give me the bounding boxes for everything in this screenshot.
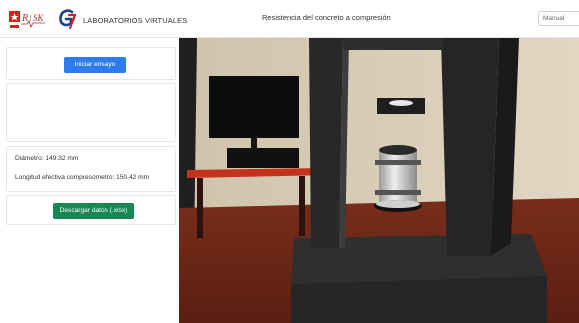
start-test-button[interactable]: Iniciar ensayo [64, 57, 126, 73]
mode-select[interactable]: Manual [538, 11, 579, 26]
page-title: Resistencia del concreto a compresión [262, 13, 391, 22]
desktop-unit [227, 148, 299, 168]
monitor [209, 76, 299, 138]
effective-length-text: Longitud efectiva compresómetro: 150.42 … [15, 174, 150, 181]
3d-viewport[interactable] [179, 38, 579, 323]
bench-leg [299, 176, 305, 236]
machine-base-front [291, 276, 547, 323]
concrete-specimen [379, 150, 417, 204]
left-column [309, 38, 343, 248]
start-card: Iniciar ensayo [6, 47, 176, 80]
diameter-text: Diámetro: 149.32 mm [15, 155, 79, 162]
svg-text:SK: SK [33, 13, 45, 23]
lab-scene [179, 38, 579, 323]
results-panel [6, 83, 176, 142]
platen-light [389, 100, 413, 106]
bench-leg [197, 178, 203, 238]
compressometer-ring [375, 160, 421, 165]
brand-title: LABORATORIOS VIRTUALES [83, 16, 188, 25]
svg-text:R: R [21, 13, 28, 24]
app-header: R I SK LABORATORIOS VIRTUALES Resistenci… [0, 0, 579, 38]
compressometer-ring [375, 190, 421, 195]
specimen-info-card: Diámetro: 149.32 mm Longitud efectiva co… [6, 146, 176, 192]
download-data-button[interactable]: Descargar datos (.xlsx) [53, 203, 134, 219]
g7-logo [59, 9, 76, 30]
download-card: Descargar datos (.xlsx) [6, 195, 176, 225]
specimen-top-cap [379, 145, 417, 155]
right-column [441, 38, 499, 256]
risk-logo: R I SK [9, 11, 45, 29]
control-sidebar: Iniciar ensayo Diámetro: 149.32 mm Longi… [0, 38, 179, 323]
crosshead [343, 38, 443, 50]
lower-platen-rim [376, 200, 420, 208]
